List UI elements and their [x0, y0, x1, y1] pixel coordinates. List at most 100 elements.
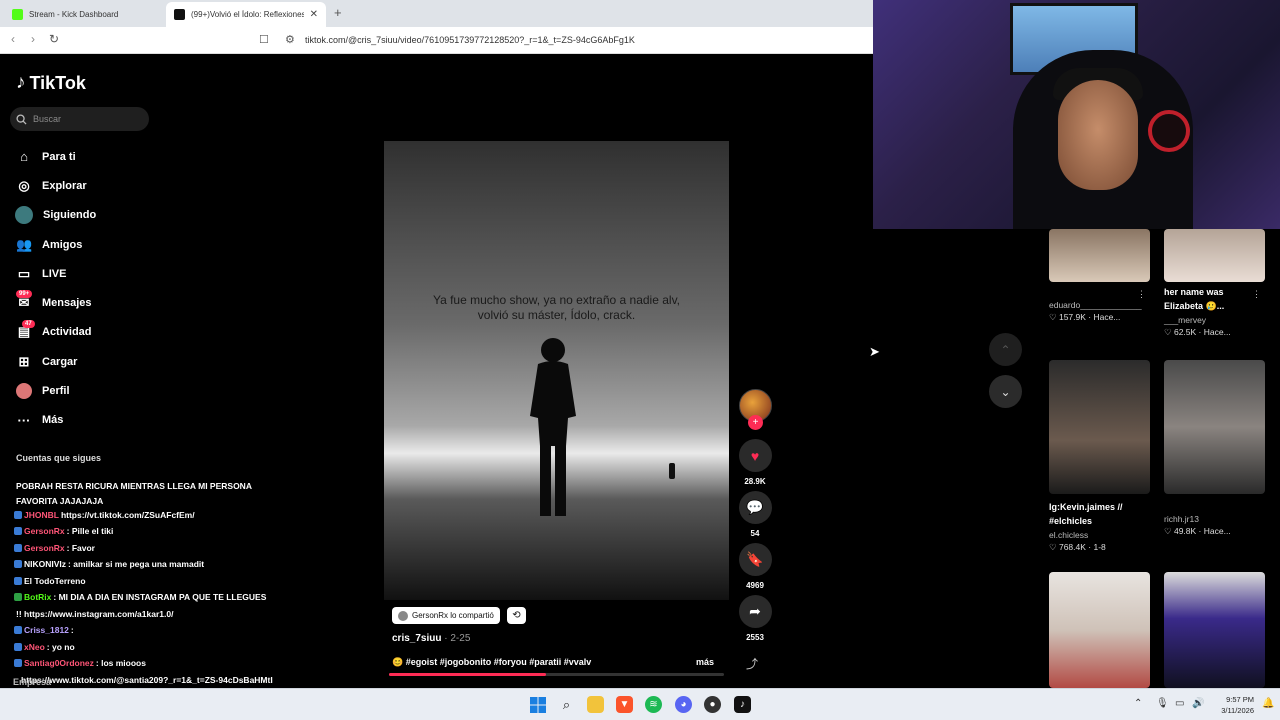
video-stats: ♡ 157.9K · Hace...	[1049, 312, 1121, 322]
url-field[interactable]: tiktok.com/@cris_7siuu/video/76109517397…	[305, 35, 635, 45]
video-thumbnail	[1164, 229, 1265, 282]
system-clock[interactable]: 9:57 PM 3/11/2026	[1210, 694, 1254, 716]
tiktok-note-icon: ♪	[16, 72, 26, 93]
tab-tiktok-video[interactable]: (99+)Volvió el Ídolo: Reflexiones ✕	[166, 2, 326, 27]
search-taskbar-icon[interactable]: ⌕	[558, 696, 575, 713]
sidebar-item-label: Cargar	[42, 355, 78, 368]
sidebar-item-siguiendo[interactable]: Siguiendo	[15, 201, 96, 230]
volume-icon[interactable]: 🔊	[1192, 698, 1204, 709]
clock-date: 3/11/2026	[1221, 706, 1254, 715]
video-progress-fill	[389, 673, 547, 676]
previous-video-button[interactable]: ⌃	[989, 333, 1022, 366]
sidebar-item-label: Para ti	[42, 150, 76, 163]
logo-text: TikTok	[29, 72, 86, 93]
microphone-icon[interactable]: 🎙	[1156, 698, 1169, 709]
discord-icon[interactable]: ◕	[675, 696, 692, 713]
messages-badge: 99+	[16, 290, 33, 299]
reload-icon[interactable]: ↻	[49, 32, 59, 46]
network-icon[interactable]: ▭	[1175, 698, 1184, 709]
tab-kick-dashboard[interactable]: Stream - Kick Dashboard	[4, 2, 164, 27]
tiktok-logo[interactable]: ♪ TikTok	[16, 72, 86, 94]
chat-user: xNeo	[24, 641, 45, 652]
tab-title: Stream - Kick Dashboard	[29, 10, 119, 19]
comment-button[interactable]: 💬 54	[738, 491, 772, 538]
search-placeholder: Buscar	[33, 114, 62, 124]
repost-icon[interactable]: ⟲	[507, 607, 526, 624]
shared-by-text: GersonRx lo compartió	[412, 611, 494, 620]
tiktok-taskbar-icon[interactable]: ♪	[734, 696, 751, 713]
music-disc-icon[interactable]: ⤴	[746, 655, 758, 672]
recommended-video[interactable]: ⋮ eduardo_____________ ♡ 157.9K · Hace..…	[1049, 229, 1150, 323]
save-button[interactable]: 🔖 4969	[738, 543, 772, 590]
site-info-icon[interactable]: ⚙	[285, 33, 295, 46]
share-button[interactable]: ➦ 2553	[738, 595, 772, 642]
chat-badge-icon	[14, 527, 22, 535]
chevron-down-icon: ⌄	[1000, 384, 1011, 399]
sidebar-item-explorar[interactable]: ◎ Explorar	[16, 171, 96, 200]
sidebar-item-mas[interactable]: ··· Más	[16, 406, 96, 435]
share-icon: ➦	[738, 595, 772, 628]
sidebar-item-perfil[interactable]: Perfil	[16, 376, 96, 405]
chat-text: !! https://www.instagram.com/a1kar1.0/	[16, 608, 174, 619]
windows-taskbar: ⌕ ▼ ≋ ◕ ● ♪ ⌃ 🎙 ▭ 🔊 9:57 PM 3/11/2026 🔔	[0, 688, 1280, 720]
close-tab-icon[interactable]: ✕	[310, 9, 318, 20]
obs-icon[interactable]: ●	[704, 696, 721, 713]
video-title: Ig:Kevin.jaimes // #elchicles	[1049, 502, 1123, 526]
windows-start-icon[interactable]	[529, 696, 546, 713]
more-options-icon[interactable]: ⋮	[1137, 289, 1146, 300]
notification-bell-icon[interactable]: 🔔	[1262, 698, 1274, 709]
next-video-button[interactable]: ⌄	[989, 375, 1022, 408]
chat-user: Santiag0Ordonez	[24, 658, 94, 668]
browser-tab-bar: Stream - Kick Dashboard (99+)Volvió el Í…	[0, 0, 873, 27]
recommended-video[interactable]: Ig:Kevin.jaimes // #elchicles el.chicles…	[1049, 360, 1150, 553]
tiktok-favicon-icon	[174, 9, 185, 20]
address-bar: ‹ › ↻ ☐ ⚙ tiktok.com/@cris_7siuu/video/7…	[0, 27, 873, 54]
comment-icon: 💬	[738, 491, 772, 524]
video-stats: ♡ 49.8K · Hace...	[1164, 526, 1231, 536]
video-author[interactable]: cris_7siuu · 2-25	[392, 633, 470, 644]
search-input[interactable]: Buscar	[10, 107, 149, 131]
recommended-video[interactable]	[1049, 572, 1150, 688]
video-author: ___mervey	[1164, 315, 1207, 325]
chat-message: GersonRx: Favor	[14, 540, 314, 557]
follow-plus-icon[interactable]: +	[748, 415, 763, 430]
bookmark-icon[interactable]: ☐	[259, 33, 269, 46]
mouse-cursor-icon: ➤	[869, 344, 880, 359]
chat-badge-icon	[14, 510, 22, 519]
new-tab-icon[interactable]: +	[334, 5, 342, 20]
save-count: 4969	[746, 581, 764, 590]
more-button[interactable]: más	[696, 657, 714, 668]
chat-badge-icon	[14, 576, 22, 585]
spotify-icon[interactable]: ≋	[645, 696, 662, 713]
sidebar-item-actividad[interactable]: ▤ 47 Actividad	[16, 318, 96, 347]
recommended-video[interactable]	[1164, 572, 1265, 688]
clock-time: 9:57 PM	[1226, 695, 1254, 704]
like-button[interactable]: ♥ 28.9K	[738, 439, 772, 486]
shared-by-pill[interactable]: GersonRx lo compartió	[392, 607, 500, 624]
video-player[interactable]: Ya fue mucho show, ya no extraño a nadie…	[384, 141, 729, 600]
show-hidden-icons-icon[interactable]: ⌃	[1134, 698, 1142, 709]
sidebar-item-label: Amigos	[42, 238, 83, 251]
webcam-overlay	[873, 0, 1280, 229]
more-options-icon[interactable]: ⋮	[1252, 289, 1261, 300]
chat-message: JHONBL https://vt.tiktok.com/ZSuAFcfEm/	[14, 507, 314, 524]
chat-badge-icon	[14, 626, 22, 634]
sidebar-item-live[interactable]: ▭ LIVE	[16, 259, 96, 288]
sidebar-item-amigos[interactable]: 👥 Amigos	[16, 230, 96, 259]
prohibition-sign-icon	[1148, 110, 1190, 152]
footer-empresa-link[interactable]: Empresa	[13, 677, 51, 687]
recommended-video[interactable]: richh.jr13 ♡ 49.8K · Hace...	[1164, 360, 1265, 537]
back-icon[interactable]: ‹	[11, 32, 15, 46]
sidebar-item-mensajes[interactable]: ✉ 99+ Mensajes	[16, 288, 96, 317]
chat-message: BotRix: MI DIA A DIA EN INSTAGRAM PA QUE…	[14, 589, 314, 606]
forward-icon[interactable]: ›	[31, 32, 35, 46]
chat-user: BotRix	[24, 592, 52, 602]
video-progress-bar[interactable]	[389, 673, 724, 676]
file-explorer-icon[interactable]	[587, 696, 604, 713]
chat-text: : Favor	[66, 542, 95, 553]
video-author: eduardo_____________	[1049, 300, 1142, 310]
sidebar-item-cargar[interactable]: ⊞ Cargar	[16, 347, 96, 376]
sidebar-item-para-ti[interactable]: ⌂ Para ti	[16, 142, 96, 171]
recommended-video[interactable]: ⋮ her name was Elizabeta 🥲... ___mervey …	[1164, 229, 1265, 338]
brave-browser-icon[interactable]: ▼	[616, 696, 633, 713]
